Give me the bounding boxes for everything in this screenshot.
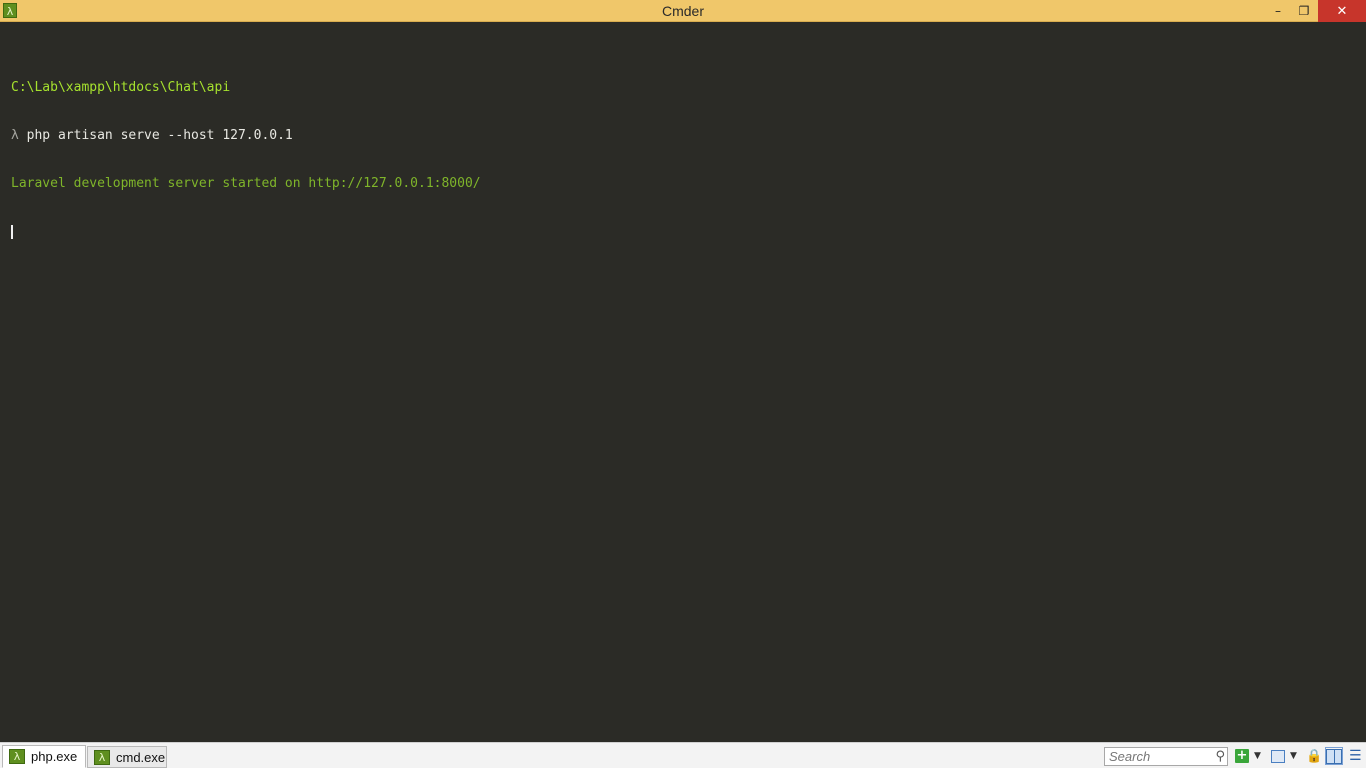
menu-button[interactable]: ☰ bbox=[1349, 748, 1362, 764]
chevron-down-icon: ▼ bbox=[1254, 751, 1261, 761]
terminal-line-prompt: λ php artisan serve --host 127.0.0.1 bbox=[11, 128, 481, 144]
close-button[interactable]: ✕ bbox=[1318, 0, 1366, 22]
lambda-icon: λ bbox=[94, 749, 110, 765]
tab-label: php.exe bbox=[31, 749, 78, 764]
prompt-lambda: λ bbox=[11, 128, 19, 143]
menu-icon: ☰ bbox=[1349, 748, 1362, 764]
lock-icon: 🔒 bbox=[1306, 748, 1323, 764]
new-console-button[interactable]: + bbox=[1235, 748, 1249, 764]
lambda-icon: λ bbox=[9, 749, 25, 764]
console-area[interactable]: C:\Lab\xampp\htdocs\Chat\api λ php artis… bbox=[0, 23, 1366, 742]
layout-button[interactable] bbox=[1271, 748, 1285, 764]
window-title: Cmder bbox=[661, 3, 704, 19]
tab-php-exe[interactable]: λ php.exe bbox=[2, 745, 86, 768]
split-view-button[interactable] bbox=[1325, 747, 1343, 765]
minimize-button[interactable]: – bbox=[1265, 0, 1291, 22]
new-console-dropdown[interactable]: ▼ bbox=[1254, 748, 1261, 764]
tab-label: cmd.exe bbox=[116, 749, 166, 765]
maximize-button[interactable]: ❐ bbox=[1291, 0, 1317, 22]
text-cursor bbox=[11, 225, 13, 239]
layout-dropdown[interactable]: ▼ bbox=[1290, 748, 1297, 764]
search-box[interactable]: ⚲ bbox=[1104, 747, 1228, 766]
magnifier-icon[interactable]: ⚲ bbox=[1215, 749, 1225, 764]
prompt-command: php artisan serve --host 127.0.0.1 bbox=[18, 128, 293, 143]
tab-cmd-exe[interactable]: λ cmd.exe bbox=[87, 746, 167, 768]
lock-button[interactable]: 🔒 bbox=[1306, 748, 1322, 764]
search-input[interactable] bbox=[1105, 748, 1213, 765]
terminal-line-path: C:\Lab\xampp\htdocs\Chat\api bbox=[11, 80, 231, 95]
tab-bar: λ php.exe λ cmd.exe ⚲ + ▼ ▼ 🔒 ☰ bbox=[0, 742, 1366, 768]
terminal-output: C:\Lab\xampp\htdocs\Chat\api λ php artis… bbox=[11, 48, 481, 272]
layout-icon bbox=[1271, 749, 1285, 763]
split-view-icon bbox=[1326, 748, 1342, 764]
title-bar: λ Cmder – ❐ ✕ bbox=[0, 0, 1366, 22]
terminal-line-output: Laravel development server started on ht… bbox=[11, 176, 481, 191]
plus-icon: + bbox=[1235, 748, 1249, 763]
chevron-down-icon: ▼ bbox=[1290, 751, 1297, 761]
terminal-line-input[interactable] bbox=[11, 224, 481, 240]
